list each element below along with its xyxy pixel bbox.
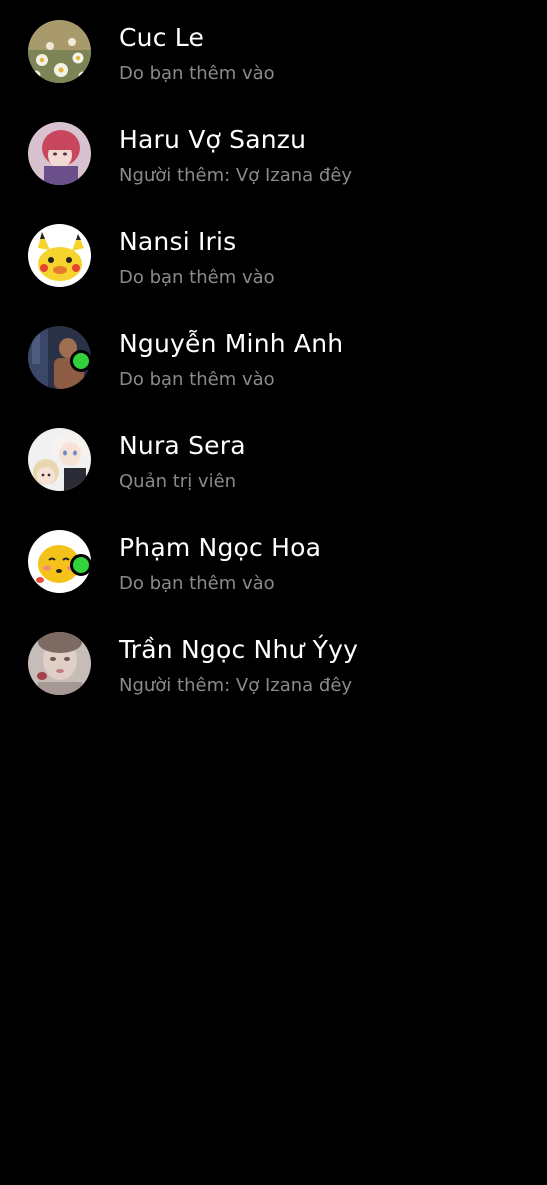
online-indicator [70, 350, 92, 372]
member-subtitle: Do bạn thêm vào [119, 267, 275, 288]
daisy-field-photo-icon [28, 20, 91, 83]
member-subtitle: Do bạn thêm vào [119, 63, 275, 84]
pikachu-icon [28, 224, 91, 287]
member-name: Phạm Ngọc Hoa [119, 533, 322, 562]
member-row-haru[interactable]: Haru Vợ Sanzu Người thêm: Vợ Izana đêy [0, 102, 547, 204]
member-subtitle: Người thêm: Vợ Izana đêy [119, 675, 353, 696]
member-row-nansi-iris[interactable]: Nansi Iris Do bạn thêm vào [0, 204, 547, 306]
member-name: Cuc Le [119, 23, 205, 52]
member-subtitle: Do bạn thêm vào [119, 369, 275, 390]
avatar[interactable] [28, 224, 91, 287]
member-name: Haru Vợ Sanzu [119, 125, 307, 154]
member-name: Nguyễn Minh Anh [119, 329, 344, 358]
anime-pink-hair-portrait-icon [28, 122, 91, 185]
member-row-nguyen-minh-anh[interactable]: Nguyễn Minh Anh Do bạn thêm vào [0, 306, 547, 408]
member-name: Nansi Iris [119, 227, 237, 256]
member-subtitle: Quản trị viên [119, 471, 237, 492]
anime-white-hair-portrait-icon [28, 428, 91, 491]
online-indicator [70, 554, 92, 576]
member-subtitle: Người thêm: Vợ Izana đêy [119, 165, 353, 186]
member-row-tran-ngoc-nhu-yyy[interactable]: Trần Ngọc Như Ýyy Người thêm: Vợ Izana đ… [0, 612, 547, 714]
member-name: Trần Ngọc Như Ýyy [119, 635, 359, 664]
member-name: Nura Sera [119, 431, 246, 460]
member-row-cuc-le[interactable]: Cuc Le Do bạn thêm vào [0, 0, 547, 102]
member-row-pham-ngoc-hoa[interactable]: Phạm Ngọc Hoa Do bạn thêm vào [0, 510, 547, 612]
avatar[interactable] [28, 632, 91, 695]
avatar[interactable] [28, 428, 91, 491]
blurred-selfie-photo-icon [28, 632, 91, 695]
avatar[interactable] [28, 122, 91, 185]
member-subtitle: Do bạn thêm vào [119, 573, 275, 594]
member-list: Cuc Le Do bạn thêm vào Haru Vợ Sanzu Ngư… [0, 0, 547, 714]
member-row-nura-sera[interactable]: Nura Sera Quản trị viên [0, 408, 547, 510]
avatar[interactable] [28, 20, 91, 83]
